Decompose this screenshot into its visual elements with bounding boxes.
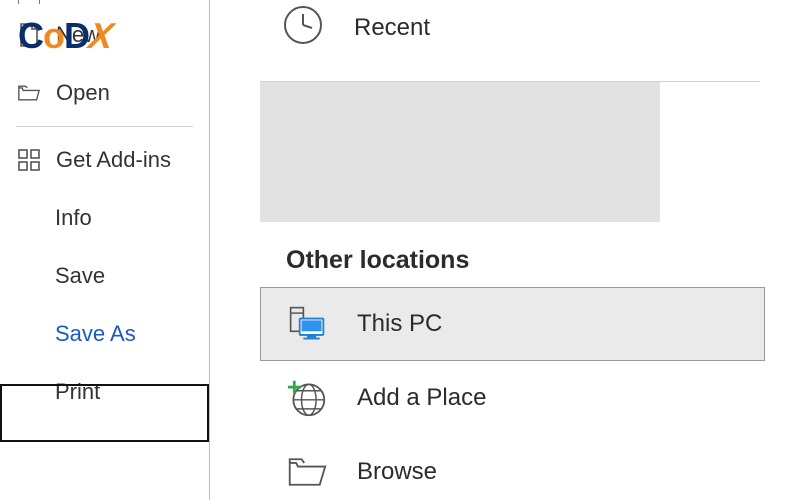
addins-grid-icon (18, 149, 40, 171)
location-label: Add a Place (357, 384, 486, 412)
other-locations-title: Other locations (286, 246, 800, 275)
sidebar-item-open[interactable]: Open (0, 64, 209, 122)
file-menu-sidebar: New Open Get Add-ins Info Save Save As P… (0, 0, 210, 500)
location-browse[interactable]: Browse (260, 435, 765, 500)
sidebar-divider (16, 126, 193, 127)
sidebar-item-save-as[interactable]: Save As (0, 305, 209, 363)
sidebar-item-save[interactable]: Save (0, 247, 209, 305)
browse-folder-icon (287, 452, 327, 492)
sidebar-item-get-addins[interactable]: Get Add-ins (0, 131, 209, 189)
folder-open-icon (18, 82, 40, 104)
save-as-main-panel: Recent Other locations This PC (210, 0, 800, 500)
location-label: Browse (357, 458, 437, 486)
sidebar-item-label: Save As (55, 321, 136, 347)
new-document-icon (18, 24, 40, 46)
sidebar-item-label: New (56, 22, 100, 48)
location-add-a-place[interactable]: Add a Place (260, 361, 765, 435)
location-this-pc[interactable]: This PC (260, 287, 765, 361)
sidebar-item-label: Info (55, 205, 92, 231)
this-pc-icon (287, 304, 327, 344)
sidebar-item-print[interactable]: Print (0, 363, 209, 421)
clock-icon (282, 4, 324, 51)
recent-label: Recent (354, 14, 430, 42)
location-label: This PC (357, 310, 442, 338)
sidebar-item-label: Print (55, 379, 100, 405)
location-recent[interactable]: Recent (260, 0, 800, 81)
pinned-placeholder-block (260, 82, 660, 222)
add-place-globe-icon (287, 378, 327, 418)
sidebar-item-label: Save (55, 263, 105, 289)
sidebar-item-info[interactable]: Info (0, 189, 209, 247)
sidebar-item-label: Open (56, 80, 110, 106)
sidebar-item-new[interactable]: New (0, 6, 209, 64)
sidebar-item-label: Get Add-ins (56, 147, 171, 173)
